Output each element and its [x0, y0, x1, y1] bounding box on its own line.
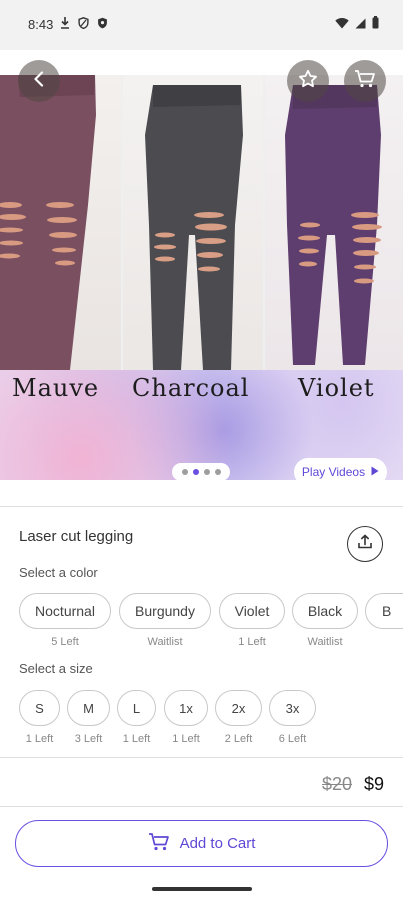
share-button[interactable] [347, 526, 383, 562]
play-videos-button[interactable]: Play Videos [294, 458, 387, 486]
divider [0, 757, 403, 758]
star-icon [298, 69, 318, 94]
size-option-s[interactable]: S [19, 690, 60, 726]
select-size-label: Select a size [19, 661, 93, 676]
add-to-cart-button[interactable]: Add to Cart [15, 820, 388, 867]
color-options: Nocturnal 5 Left Burgundy Waitlist Viole… [19, 593, 403, 653]
battery-icon [372, 16, 379, 34]
select-color-label: Select a color [19, 565, 98, 580]
size-option-label: M [83, 700, 94, 716]
home-indicator[interactable] [152, 887, 252, 891]
color-option-nocturnal[interactable]: Nocturnal [19, 593, 111, 629]
product-photo-violet [265, 75, 403, 370]
color-option-label: Violet [234, 603, 270, 619]
security-icon [97, 17, 108, 32]
back-button[interactable] [18, 60, 60, 102]
size-option-3x[interactable]: 3x [269, 690, 316, 726]
signal-icon [355, 16, 366, 34]
carousel-dot[interactable] [214, 469, 221, 475]
color-option-burgundy[interactable]: Burgundy [119, 593, 211, 629]
color-stock-label: Waitlist [147, 636, 183, 648]
shield-icon [78, 17, 89, 32]
color-option-label: B [382, 603, 392, 619]
size-stock-label: 1 Left [172, 733, 200, 745]
share-icon [357, 533, 373, 555]
original-price: $20 [322, 774, 353, 794]
divider [0, 506, 403, 507]
carousel-dot[interactable] [203, 469, 210, 475]
color-option-label: Burgundy [135, 603, 195, 619]
carousel-dot-active[interactable] [192, 469, 199, 475]
color-stock-label: Waitlist [307, 636, 343, 648]
status-icons-left [60, 17, 108, 32]
size-stock-label: 1 Left [122, 733, 151, 745]
download-icon [60, 17, 70, 32]
size-stock-label: 1 Left [25, 733, 54, 745]
color-option-label: Black [307, 603, 343, 619]
product-photo-mauve [0, 75, 121, 370]
back-arrow-icon [31, 70, 47, 92]
color-option-black[interactable]: Black [292, 593, 358, 629]
size-option-l[interactable]: L [117, 690, 156, 726]
carousel-indicator [172, 463, 230, 481]
play-icon [371, 465, 379, 479]
size-option-label: 1x [179, 700, 193, 716]
size-option-label: L [132, 700, 141, 716]
size-option-1x[interactable]: 1x [164, 690, 208, 726]
size-option-m[interactable]: M [67, 690, 110, 726]
color-option-violet[interactable]: Violet [219, 593, 285, 629]
cart-button[interactable] [344, 60, 386, 102]
status-time: 8:43 [28, 17, 54, 32]
color-stock-label: 5 Left [51, 636, 79, 648]
size-option-2x[interactable]: 2x [215, 690, 262, 726]
size-stock-label: 6 Left [278, 733, 307, 745]
size-option-label: S [35, 700, 44, 716]
product-image-carousel[interactable]: Mauve Charcoal Violet [0, 75, 403, 480]
add-to-cart-label: Add to Cart [179, 835, 256, 852]
size-options: S 1 Left M 3 Left L 1 Left 1x 1 Left 2x … [19, 690, 403, 750]
size-stock-label: 3 Left [74, 733, 103, 745]
product-photo-charcoal [123, 75, 263, 370]
favorite-button[interactable] [287, 60, 329, 102]
sale-price: $9 [364, 774, 385, 794]
banner-label-mauve: Mauve [12, 374, 100, 402]
size-option-label: 2x [231, 700, 246, 716]
cart-icon [354, 69, 376, 94]
play-videos-label: Play Videos [301, 465, 366, 479]
size-stock-label: 2 Left [224, 733, 253, 745]
color-option-label: Nocturnal [35, 603, 95, 619]
divider [0, 806, 403, 807]
carousel-dot[interactable] [181, 469, 188, 475]
status-bar: 8:43 [0, 0, 403, 50]
banner-label-violet: Violet [298, 374, 375, 402]
color-option-partial[interactable]: B [365, 593, 403, 629]
cart-icon [148, 832, 170, 856]
product-title: Laser cut legging [19, 528, 134, 545]
banner-label-charcoal: Charcoal [132, 374, 250, 402]
color-stock-label: 1 Left [238, 636, 266, 648]
status-icons-right [335, 16, 379, 34]
wifi-icon [335, 16, 349, 34]
size-option-label: 3x [285, 700, 300, 716]
